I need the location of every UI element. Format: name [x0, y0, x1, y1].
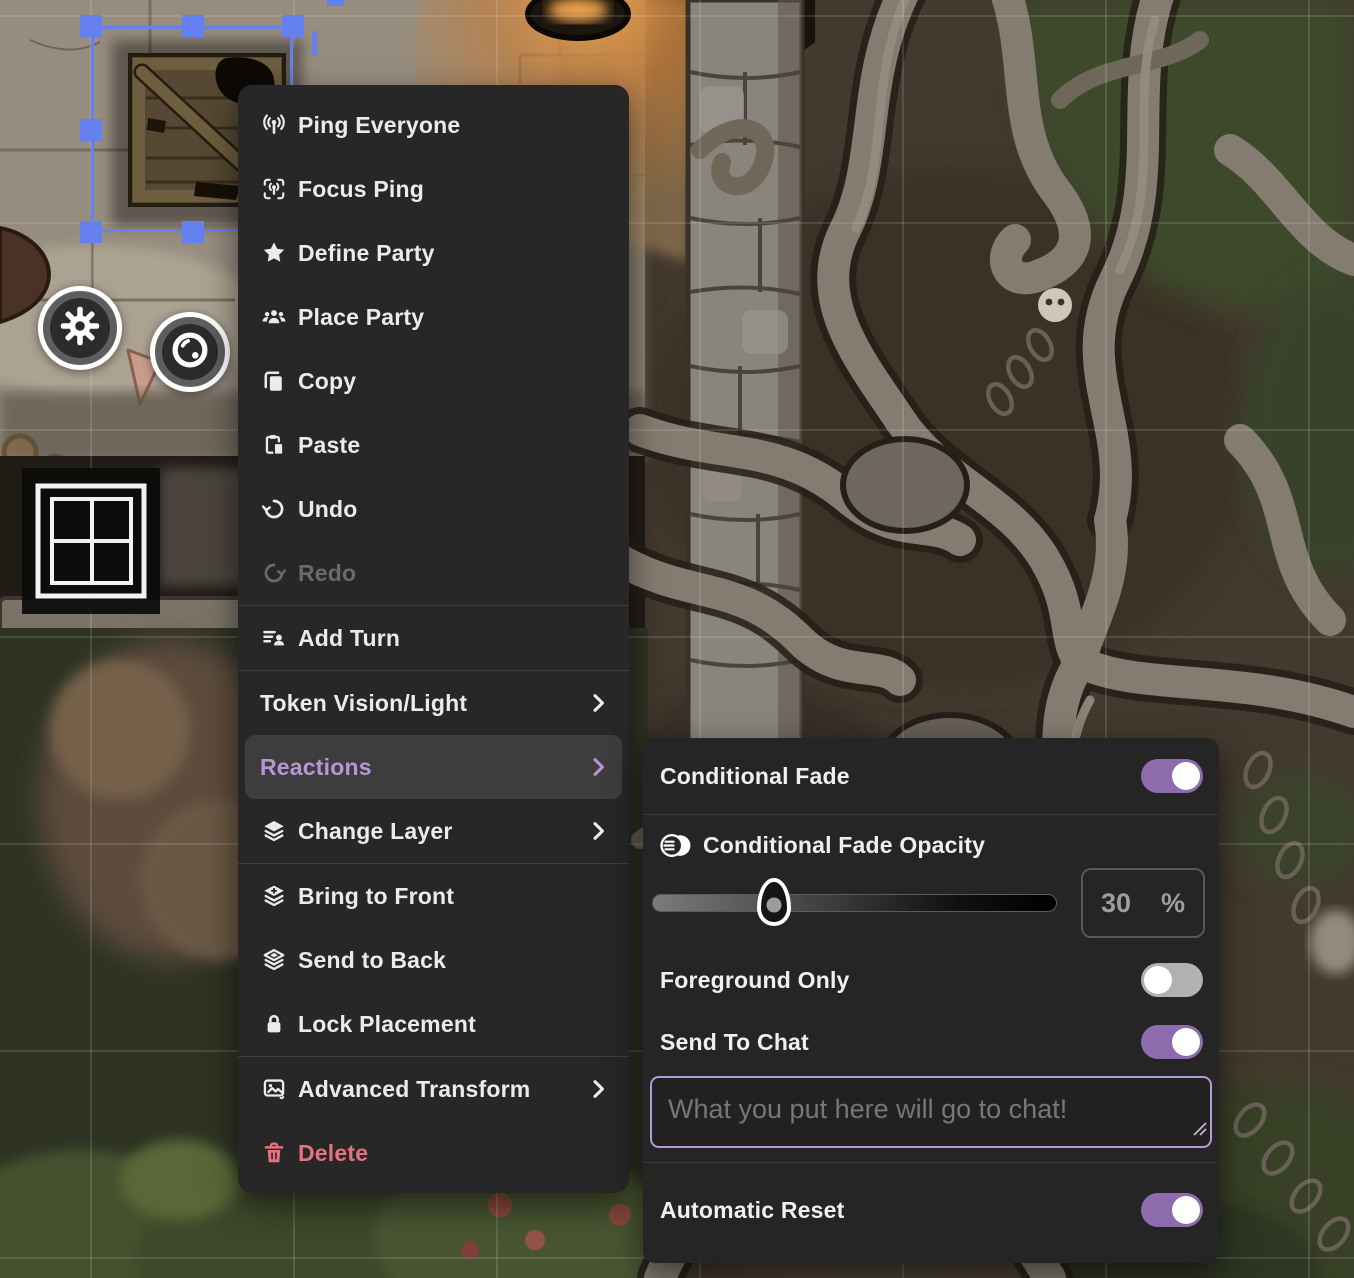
menu-item-lock-placement[interactable]: Lock Placement — [238, 992, 629, 1056]
menu-item-send-to-back[interactable]: Send to Back — [238, 928, 629, 992]
opacity-value: 30 — [1101, 888, 1131, 919]
image-icon — [260, 1075, 288, 1103]
paste-icon — [260, 431, 288, 459]
opacity-label: Conditional Fade Opacity — [703, 832, 985, 859]
toggle-knob — [1172, 762, 1200, 790]
selection-handle[interactable] — [80, 15, 102, 37]
menu-item-redo[interactable]: Redo — [238, 541, 629, 605]
chevron-right-icon — [585, 690, 611, 716]
focus-ping-icon — [260, 175, 288, 203]
chat-message-input[interactable] — [650, 1076, 1212, 1148]
automatic-reset-label: Automatic Reset — [660, 1197, 844, 1224]
menu-item-label: Reactions — [260, 754, 372, 781]
menu-item-label: Focus Ping — [298, 176, 424, 203]
selection-handle[interactable] — [182, 221, 204, 243]
menu-item-paste[interactable]: Paste — [238, 413, 629, 477]
reactions-submenu-panel: Conditional Fade Conditional Fade Opacit… — [643, 738, 1219, 1263]
menu-item-label: Paste — [298, 432, 360, 459]
foreground-only-row: Foreground Only — [643, 949, 1219, 1011]
send-back-icon — [260, 946, 288, 974]
menu-item-reactions[interactable]: Reactions — [245, 735, 622, 799]
menu-item-label: Advanced Transform — [298, 1076, 530, 1103]
menu-item-add-turn[interactable]: Add Turn — [238, 606, 629, 670]
rotate-handle[interactable] — [327, 0, 344, 6]
opacity-unit: % — [1161, 888, 1185, 919]
menu-item-define-party[interactable]: Define Party — [238, 221, 629, 285]
selection-handle[interactable] — [182, 15, 204, 37]
menu-item-label: Place Party — [298, 304, 424, 331]
menu-item-label: Ping Everyone — [298, 112, 460, 139]
opacity-label-row: Conditional Fade Opacity — [643, 825, 1219, 865]
opacity-blend-icon — [660, 832, 693, 859]
menu-item-undo[interactable]: Undo — [238, 477, 629, 541]
layers-icon — [260, 817, 288, 845]
selection-handle[interactable] — [80, 119, 102, 141]
lock-icon — [260, 1010, 288, 1038]
send-to-chat-row: Send To Chat — [643, 1011, 1219, 1073]
toggle-knob — [1172, 1028, 1200, 1056]
menu-item-ping-everyone[interactable]: Ping Everyone — [238, 93, 629, 157]
send-to-chat-toggle[interactable] — [1141, 1025, 1203, 1059]
bring-front-icon — [260, 882, 288, 910]
menu-item-label: Redo — [298, 560, 356, 587]
menu-item-delete[interactable]: Delete — [238, 1121, 629, 1185]
resize-grip-icon[interactable] — [1193, 1122, 1207, 1141]
menu-item-focus-ping[interactable]: Focus Ping — [238, 157, 629, 221]
selection-handle[interactable] — [80, 221, 102, 243]
add-turn-icon — [260, 624, 288, 652]
panel-divider — [644, 814, 1218, 815]
copy-icon — [260, 367, 288, 395]
selection-handle[interactable] — [282, 15, 304, 37]
token-reaction-button[interactable] — [150, 312, 230, 392]
trash-icon — [260, 1139, 288, 1167]
menu-item-label: Token Vision/Light — [260, 690, 467, 717]
send-to-chat-label: Send To Chat — [660, 1029, 809, 1056]
vtt-canvas[interactable]: Ping Everyone Focus Ping Define Party — [0, 0, 1354, 1278]
menu-item-place-party[interactable]: Place Party — [238, 285, 629, 349]
opacity-slider[interactable] — [652, 879, 1057, 927]
foreground-only-toggle[interactable] — [1141, 963, 1203, 997]
token-context-menu: Ping Everyone Focus Ping Define Party — [238, 85, 629, 1193]
camera-lens-icon — [167, 327, 213, 378]
conditional-fade-toggle[interactable] — [1141, 759, 1203, 793]
opacity-slider-row: 30 % — [643, 865, 1219, 941]
slider-track[interactable] — [652, 894, 1057, 912]
foreground-only-label: Foreground Only — [660, 967, 850, 994]
menu-item-label: Delete — [298, 1140, 368, 1167]
menu-item-change-layer[interactable]: Change Layer — [238, 799, 629, 863]
chevron-right-icon — [585, 818, 611, 844]
menu-item-label: Change Layer — [298, 818, 453, 845]
menu-item-label: Copy — [298, 368, 356, 395]
menu-item-label: Add Turn — [298, 625, 400, 652]
party-icon — [260, 303, 288, 331]
menu-item-label: Bring to Front — [298, 883, 454, 910]
conditional-fade-label: Conditional Fade — [660, 763, 850, 790]
toggle-knob — [1144, 966, 1172, 994]
redo-icon — [260, 559, 288, 587]
menu-item-token-vision-light[interactable]: Token Vision/Light — [238, 671, 629, 735]
menu-item-advanced-transform[interactable]: Advanced Transform — [238, 1057, 629, 1121]
window-marker[interactable] — [22, 468, 160, 614]
broadcast-icon — [260, 111, 288, 139]
conditional-fade-row: Conditional Fade — [643, 738, 1219, 814]
menu-item-label: Lock Placement — [298, 1011, 476, 1038]
star-icon — [260, 239, 288, 267]
gear-icon — [58, 304, 102, 353]
automatic-reset-toggle[interactable] — [1141, 1193, 1203, 1227]
menu-item-copy[interactable]: Copy — [238, 349, 629, 413]
undo-icon — [260, 495, 288, 523]
automatic-reset-row: Automatic Reset — [643, 1163, 1219, 1257]
chevron-right-icon — [585, 754, 611, 780]
chevron-right-icon — [585, 1076, 611, 1102]
menu-item-bring-to-front[interactable]: Bring to Front — [238, 864, 629, 928]
menu-item-label: Send to Back — [298, 947, 446, 974]
rotate-handle-stem — [312, 31, 317, 56]
menu-item-label: Undo — [298, 496, 358, 523]
toggle-knob — [1172, 1196, 1200, 1224]
menu-item-label: Define Party — [298, 240, 435, 267]
token-settings-button[interactable] — [38, 286, 122, 370]
slider-thumb[interactable] — [757, 878, 791, 926]
opacity-value-field[interactable]: 30 % — [1081, 868, 1205, 938]
